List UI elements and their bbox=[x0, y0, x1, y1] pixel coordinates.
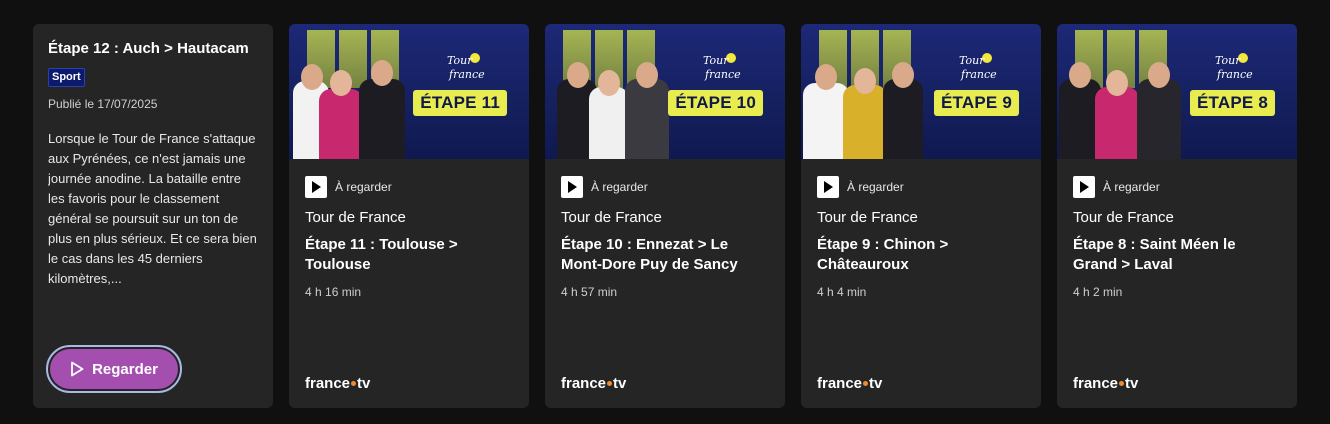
francetv-logo: france tv bbox=[1073, 375, 1139, 392]
featured-card: Étape 12 : Auch > Hautacam Sport Publié … bbox=[33, 24, 273, 408]
svg-text:Tour: Tour bbox=[447, 54, 473, 67]
svg-text:france: france bbox=[448, 68, 485, 81]
duration: 4 h 16 min bbox=[305, 285, 362, 299]
etape-tag: ÉTAPE 9 bbox=[934, 90, 1019, 116]
program-name: Tour de France bbox=[561, 209, 662, 226]
availability-label: À regarder bbox=[1103, 180, 1160, 194]
play-icon bbox=[561, 176, 583, 198]
play-icon bbox=[305, 176, 327, 198]
svg-text:Tour: Tour bbox=[1215, 54, 1241, 67]
video-card[interactable]: Tour france ÉTAPE 8 À regarder Tour de F… bbox=[1057, 24, 1297, 408]
play-outline-icon bbox=[71, 361, 84, 377]
francetv-logo: france tv bbox=[305, 375, 371, 392]
featured-title: Étape 12 : Auch > Hautacam bbox=[48, 40, 249, 57]
etape-tag: ÉTAPE 11 bbox=[413, 90, 507, 116]
duration: 4 h 2 min bbox=[1073, 285, 1123, 299]
content-row: Étape 12 : Auch > Hautacam Sport Publié … bbox=[0, 0, 1330, 424]
featured-description: Lorsque le Tour de France s'attaque aux … bbox=[48, 131, 257, 286]
video-card[interactable]: Tour france ÉTAPE 11 À regarder Tour de … bbox=[289, 24, 529, 408]
svg-text:france: france bbox=[1216, 68, 1253, 81]
episode-title: Étape 8 : Saint Méen le Grand > Laval bbox=[1073, 236, 1236, 273]
svg-text:france: france bbox=[960, 68, 997, 81]
duration: 4 h 4 min bbox=[817, 285, 867, 299]
availability-label: À regarder bbox=[335, 180, 392, 194]
play-icon bbox=[1073, 176, 1095, 198]
video-thumbnail: Tour france ÉTAPE 11 bbox=[289, 24, 529, 159]
francetv-logo: france tv bbox=[561, 375, 627, 392]
svg-text:Tour: Tour bbox=[703, 54, 729, 67]
episode-title: Étape 10 : Ennezat > Le Mont-Dore Puy de… bbox=[561, 236, 738, 273]
video-card[interactable]: Tour france ÉTAPE 9 À regarder Tour de F… bbox=[801, 24, 1041, 408]
category-badge: Sport bbox=[48, 68, 85, 87]
video-thumbnail: Tour france ÉTAPE 8 bbox=[1057, 24, 1297, 159]
tour-de-france-logo: Tour france bbox=[447, 53, 485, 81]
etape-tag: ÉTAPE 10 bbox=[668, 90, 763, 116]
watch-button-label: Regarder bbox=[92, 360, 158, 378]
episode-title: Étape 11 : Toulouse > Toulouse bbox=[305, 236, 458, 273]
watch-button-focus-ring: Regarder bbox=[46, 345, 182, 393]
svg-text:Tour: Tour bbox=[959, 54, 985, 67]
episode-title: Étape 9 : Chinon > Châteauroux bbox=[817, 236, 949, 273]
tour-de-france-logo: Tour france bbox=[1215, 53, 1253, 81]
svg-text:france: france bbox=[704, 68, 741, 81]
tour-de-france-logo: Tour france bbox=[703, 53, 741, 81]
etape-tag: ÉTAPE 8 bbox=[1190, 90, 1275, 116]
availability-label: À regarder bbox=[847, 180, 904, 194]
video-card[interactable]: Tour france ÉTAPE 10 À regarder Tour de … bbox=[545, 24, 785, 408]
program-name: Tour de France bbox=[817, 209, 918, 226]
availability-label: À regarder bbox=[591, 180, 648, 194]
play-icon bbox=[817, 176, 839, 198]
program-name: Tour de France bbox=[305, 209, 406, 226]
francetv-logo: france tv bbox=[817, 375, 883, 392]
video-thumbnail: Tour france ÉTAPE 10 bbox=[545, 24, 785, 159]
duration: 4 h 57 min bbox=[561, 285, 618, 299]
tour-de-france-logo: Tour france bbox=[959, 53, 997, 81]
program-name: Tour de France bbox=[1073, 209, 1174, 226]
watch-button[interactable]: Regarder bbox=[50, 349, 178, 389]
publish-date: Publié le 17/07/2025 bbox=[48, 97, 158, 111]
video-thumbnail: Tour france ÉTAPE 9 bbox=[801, 24, 1041, 159]
